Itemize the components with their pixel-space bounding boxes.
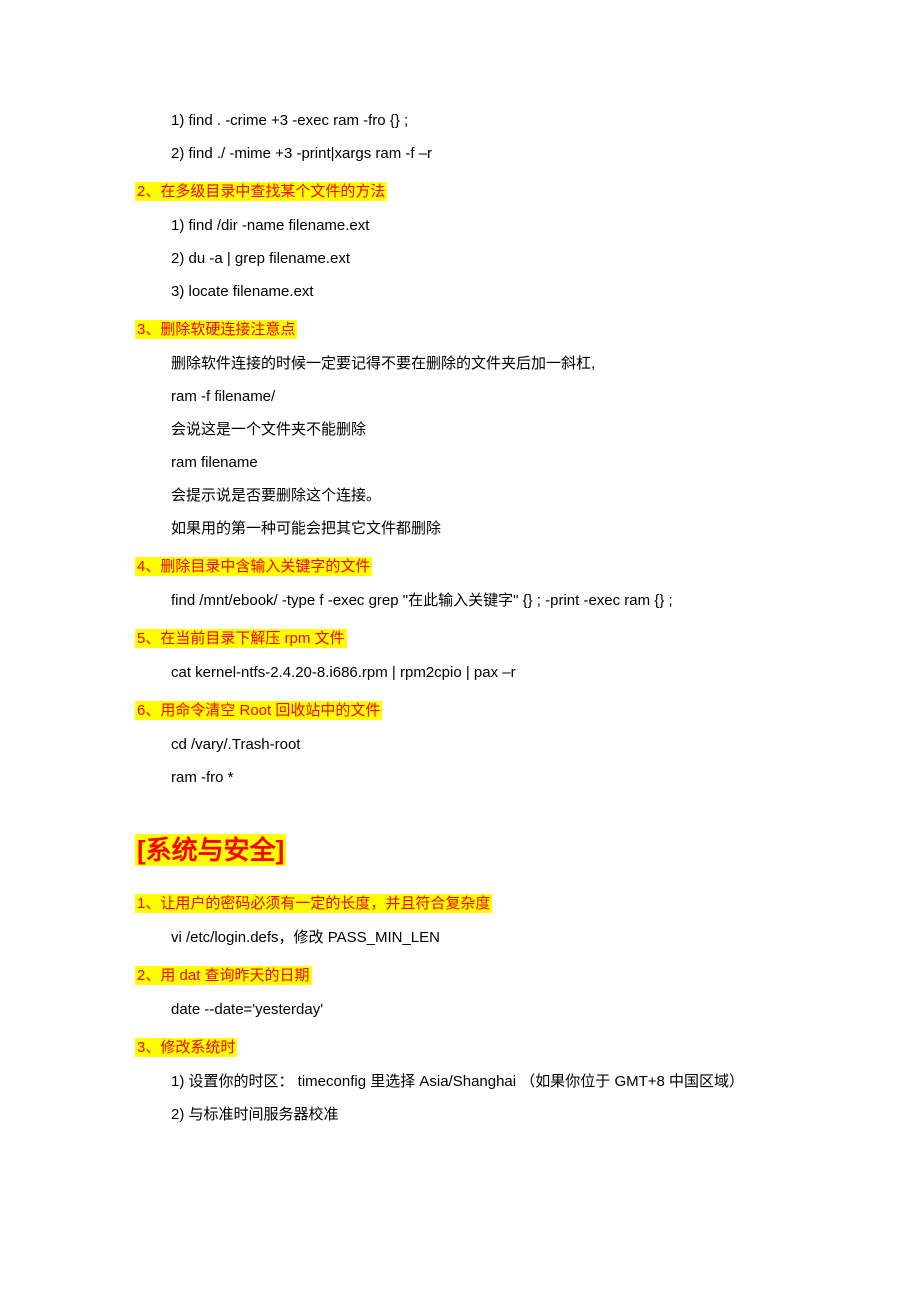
heading-4: 4、删除目录中含输入关键字的文件 xyxy=(135,557,372,576)
code-line: ram -f filename/ xyxy=(135,385,785,409)
body-text: 2) 与标准时间服务器校准 xyxy=(135,1103,785,1127)
heading-row: 1、让用户的密码必须有一定的长度，并且符合复杂度 xyxy=(135,892,785,916)
sys-heading-1: 1、让用户的密码必须有一定的长度，并且符合复杂度 xyxy=(135,894,492,913)
code-line: 1) find /dir -name filename.ext xyxy=(135,214,785,238)
heading-row: 3、修改系统时 xyxy=(135,1036,785,1060)
code-line: cd /vary/.Trash-root xyxy=(135,733,785,757)
heading-row: 4、删除目录中含输入关键字的文件 xyxy=(135,555,785,579)
heading-6: 6、用命令清空 Root 回收站中的文件 xyxy=(135,701,382,720)
code-line: 2) find ./ -mime +3 -print|xargs ram -f … xyxy=(135,142,785,166)
section-title-system-security: [系统与安全] xyxy=(135,834,286,866)
heading-row: 2、用 dat 查询昨天的日期 xyxy=(135,964,785,988)
heading-row: 2、在多级目录中查找某个文件的方法 xyxy=(135,180,785,204)
code-line: date --date='yesterday' xyxy=(135,998,785,1022)
heading-row: 6、用命令清空 Root 回收站中的文件 xyxy=(135,699,785,723)
code-line: ram -fro * xyxy=(135,766,785,790)
code-line: find /mnt/ebook/ -type f -exec grep "在此输… xyxy=(135,589,785,613)
heading-row: 5、在当前目录下解压 rpm 文件 xyxy=(135,627,785,651)
code-line: 1) find . -crime +3 -exec ram -fro {} ; xyxy=(135,109,785,133)
body-text: 如果用的第一种可能会把其它文件都删除 xyxy=(135,517,785,541)
code-line: cat kernel-ntfs-2.4.20-8.i686.rpm | rpm2… xyxy=(135,661,785,685)
section-title-row: [系统与安全] xyxy=(135,830,785,872)
code-line: ram filename xyxy=(135,451,785,475)
body-text: 删除软件连接的时候一定要记得不要在删除的文件夹后加一斜杠, xyxy=(135,352,785,376)
body-text: vi /etc/login.defs，修改 PASS_MIN_LEN xyxy=(135,926,785,950)
code-line: 3) locate filename.ext xyxy=(135,280,785,304)
heading-row: 3、删除软硬连接注意点 xyxy=(135,318,785,342)
document-page: 1) find . -crime +3 -exec ram -fro {} ; … xyxy=(0,0,920,1302)
sys-heading-3: 3、修改系统时 xyxy=(135,1038,237,1057)
code-line: 2) du -a | grep filename.ext xyxy=(135,247,785,271)
heading-5: 5、在当前目录下解压 rpm 文件 xyxy=(135,629,347,648)
sys-heading-2: 2、用 dat 查询昨天的日期 xyxy=(135,966,312,985)
body-text: 会说这是一个文件夹不能删除 xyxy=(135,418,785,442)
body-text: 1) 设置你的时区： timeconfig 里选择 Asia/Shanghai … xyxy=(135,1070,785,1094)
body-text: 会提示说是否要删除这个连接。 xyxy=(135,484,785,508)
heading-2: 2、在多级目录中查找某个文件的方法 xyxy=(135,182,387,201)
heading-3: 3、删除软硬连接注意点 xyxy=(135,320,297,339)
